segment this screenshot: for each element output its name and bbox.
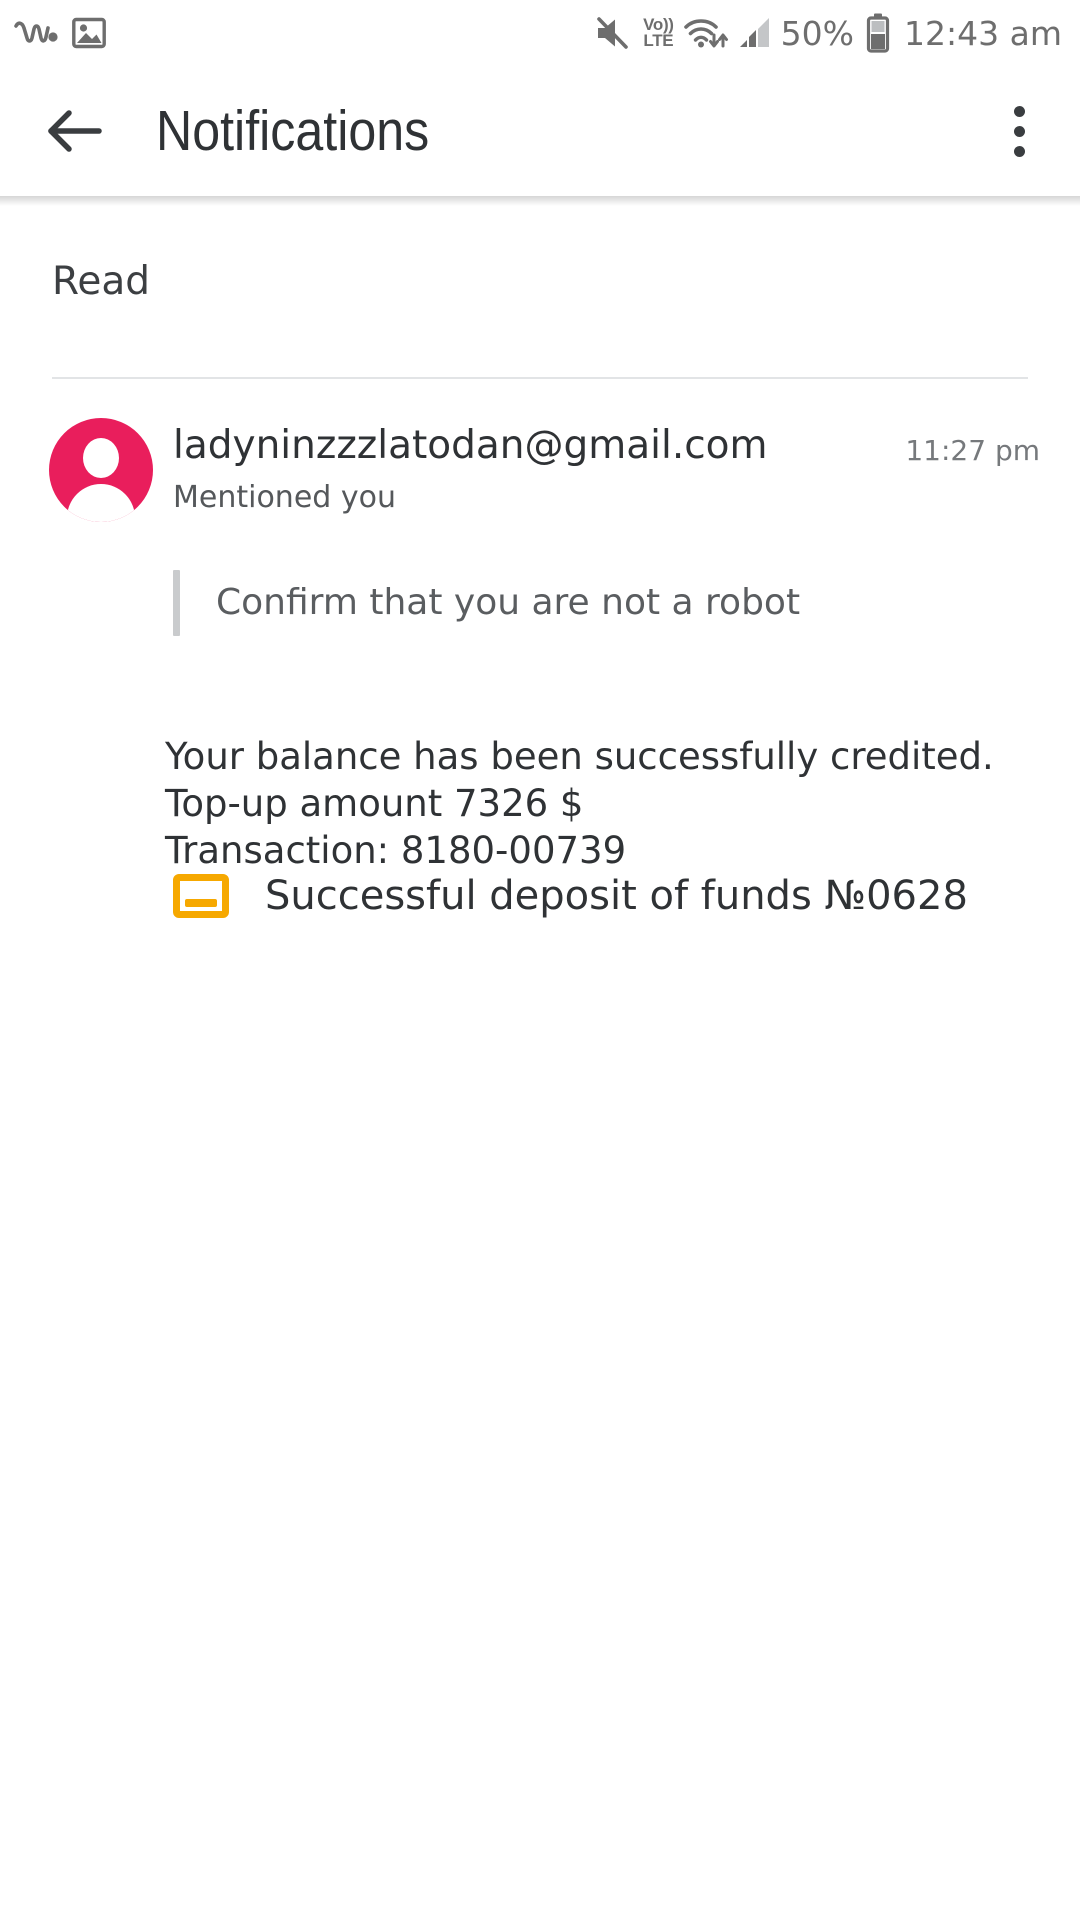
quoted-message-text: Confirm that you are not a robot (216, 582, 801, 623)
quote-bar (173, 570, 180, 636)
attachment-row[interactable]: Successful deposit of funds №0628 (173, 873, 968, 919)
status-bar-clock: 12:43 am (904, 13, 1062, 53)
app-bar-shadow (0, 196, 1080, 206)
cellular-signal-icon (738, 16, 772, 50)
notification-sender: ladyninzzzlatodan@gmail.com (173, 423, 768, 468)
section-divider (52, 377, 1028, 379)
document-attachment-icon (173, 874, 229, 918)
avatar (49, 418, 153, 522)
section-header-read: Read (52, 259, 150, 304)
battery-icon (865, 13, 891, 53)
image-photo-icon (72, 16, 106, 50)
volte-icon: Vo)) LTE (643, 17, 674, 50)
status-bar: Vo)) LTE 50% 12:43 am (0, 0, 1080, 66)
battery-percent-label: 50% (780, 13, 855, 53)
overflow-menu-button[interactable] (984, 91, 1054, 171)
quoted-message: Confirm that you are not a robot (173, 570, 800, 636)
wifi-data-transfer-icon (683, 15, 729, 51)
page-title: Notifications (156, 99, 430, 163)
status-bar-left-icons (14, 16, 106, 50)
overflow-dot-icon (1013, 105, 1025, 117)
attachment-label: Successful deposit of funds №0628 (265, 873, 968, 919)
person-icon-body (67, 484, 135, 522)
app-bar: Notifications (0, 66, 1080, 196)
notification-subtitle: Mentioned you (173, 480, 396, 515)
overflow-dot-icon (1013, 125, 1025, 137)
walkman-logo-icon (14, 20, 58, 46)
status-bar-right-icons: Vo)) LTE 50% 12:43 am (594, 13, 1062, 53)
person-icon (83, 438, 119, 478)
notification-body: Your balance has been successfully credi… (165, 735, 994, 872)
volume-mute-icon (594, 15, 634, 51)
back-button[interactable] (42, 98, 108, 164)
notifications-list: Read ladyninzzzlatodan@gmail.com 11:27 p… (0, 206, 1080, 1920)
overflow-dot-icon (1013, 145, 1025, 157)
volte-line-2: LTE (643, 31, 674, 50)
notification-timestamp: 11:27 pm (905, 434, 1040, 467)
